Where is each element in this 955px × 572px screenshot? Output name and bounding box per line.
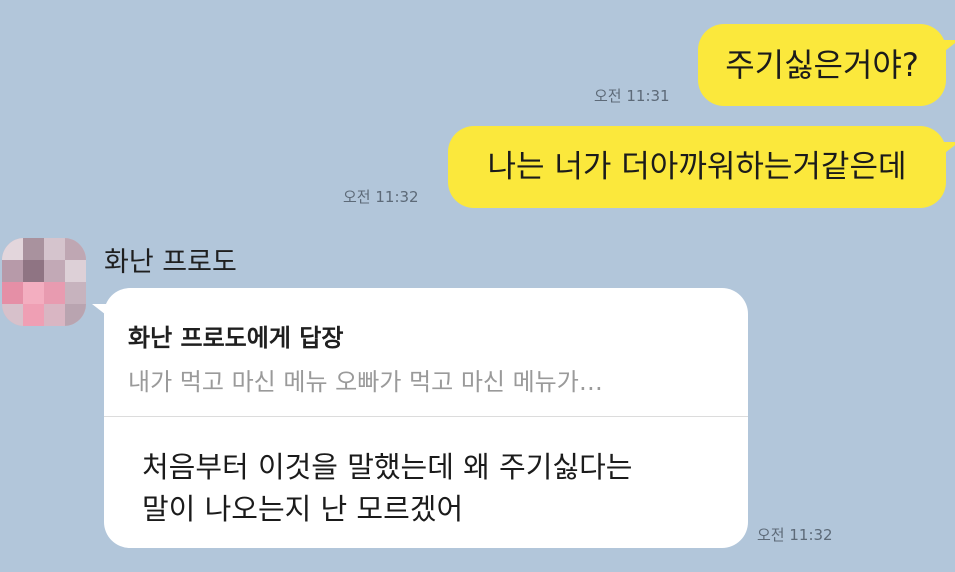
message-text: 처음부터 이것을 말했는데 왜 주기싫다는 말이 나오는지 난 모르겠어 — [142, 446, 732, 530]
message-text: 주기싫은거야? — [725, 46, 919, 84]
reply-quote-title: 화난 프로도에게 답장 — [128, 324, 344, 352]
chat-room: 주기싫은거야? 오전 11:31 나는 너가 더아까워하는거같은데 오전 11:… — [0, 0, 955, 572]
message-timestamp: 오전 11:31 — [594, 87, 670, 105]
sender-name: 화난 프로도 — [104, 247, 237, 278]
message-text: 나는 너가 더아까워하는거같은데 — [487, 149, 907, 185]
message-bubble-sent[interactable]: 나는 너가 더아까워하는거같은데 — [448, 126, 955, 208]
message-bubble-received[interactable]: 화난 프로도에게 답장 내가 먹고 마신 메뉴 오빠가 먹고 마신 메뉴가… 처… — [92, 288, 748, 548]
reply-quote-text[interactable]: 내가 먹고 마신 메뉴 오빠가 먹고 마신 메뉴가… — [128, 362, 728, 397]
blurred-profile-image — [2, 238, 86, 326]
reply-divider — [104, 416, 748, 417]
message-text-line: 처음부터 이것을 말했는데 왜 주기싫다는 — [142, 450, 633, 484]
message-bubble-sent[interactable]: 주기싫은거야? — [698, 24, 955, 106]
message-timestamp: 오전 11:32 — [343, 188, 419, 206]
message-text-line: 말이 나오는지 난 모르겠어 — [142, 492, 464, 526]
message-timestamp: 오전 11:32 — [757, 526, 833, 544]
avatar[interactable] — [2, 238, 86, 326]
